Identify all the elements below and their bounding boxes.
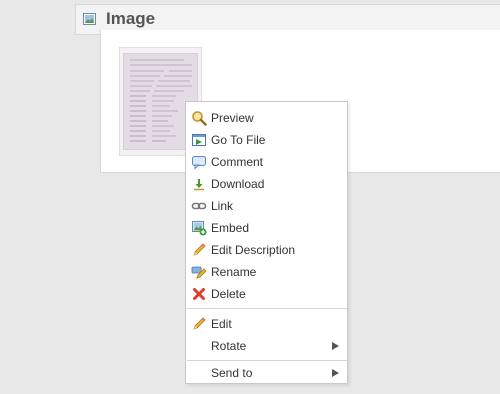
- menu-item-rotate[interactable]: Rotate: [187, 335, 347, 357]
- context-menu: Preview Go To File Comment Download Link: [185, 101, 348, 384]
- menu-item-send-to[interactable]: Send to: [187, 362, 347, 384]
- submenu-arrow-icon: [332, 342, 339, 350]
- menu-item-comment[interactable]: Comment: [187, 151, 347, 173]
- download-icon: [194, 179, 204, 191]
- menu-item-label: Send to: [211, 366, 253, 380]
- image-icon: [83, 13, 96, 25]
- menu-item-edit-description[interactable]: Edit Description: [187, 239, 347, 261]
- menu-item-label: Comment: [211, 155, 264, 169]
- go-to-file-icon: [192, 134, 206, 146]
- menu-item-label: Link: [211, 199, 234, 213]
- menu-item-edit[interactable]: Edit: [187, 313, 347, 335]
- menu-item-label: Edit: [211, 317, 232, 331]
- menu-item-label: Edit Description: [211, 243, 296, 257]
- menu-item-label: Preview: [211, 111, 254, 125]
- embed-icon: [192, 221, 207, 236]
- menu-item-download[interactable]: Download: [187, 173, 347, 195]
- menu-item-label: Go To File: [211, 133, 266, 147]
- section-title: Image: [106, 9, 156, 28]
- menu-separator: [187, 360, 347, 361]
- pencil-icon: [193, 317, 206, 330]
- menu-item-embed[interactable]: Embed: [187, 217, 347, 239]
- menu-item-rename[interactable]: Rename: [187, 261, 347, 283]
- magnifier-icon: [192, 111, 207, 126]
- menu-item-go-to-file[interactable]: Go To File: [187, 129, 347, 151]
- delete-icon: [193, 288, 205, 300]
- menu-item-delete[interactable]: Delete: [187, 283, 347, 305]
- menu-item-label: Embed: [211, 221, 250, 235]
- menu-separator: [187, 308, 347, 309]
- menu-item-link[interactable]: Link: [187, 195, 347, 217]
- menu-item-preview[interactable]: Preview: [187, 107, 347, 129]
- pencil-icon: [193, 243, 206, 256]
- menu-item-label: Rotate: [211, 339, 247, 353]
- comment-icon: [192, 156, 206, 170]
- submenu-arrow-icon: [332, 369, 339, 377]
- menu-item-label: Download: [211, 177, 265, 191]
- menu-item-label: Delete: [211, 287, 246, 301]
- rename-icon: [191, 266, 207, 279]
- link-icon: [191, 202, 207, 210]
- menu-item-label: Rename: [211, 265, 257, 279]
